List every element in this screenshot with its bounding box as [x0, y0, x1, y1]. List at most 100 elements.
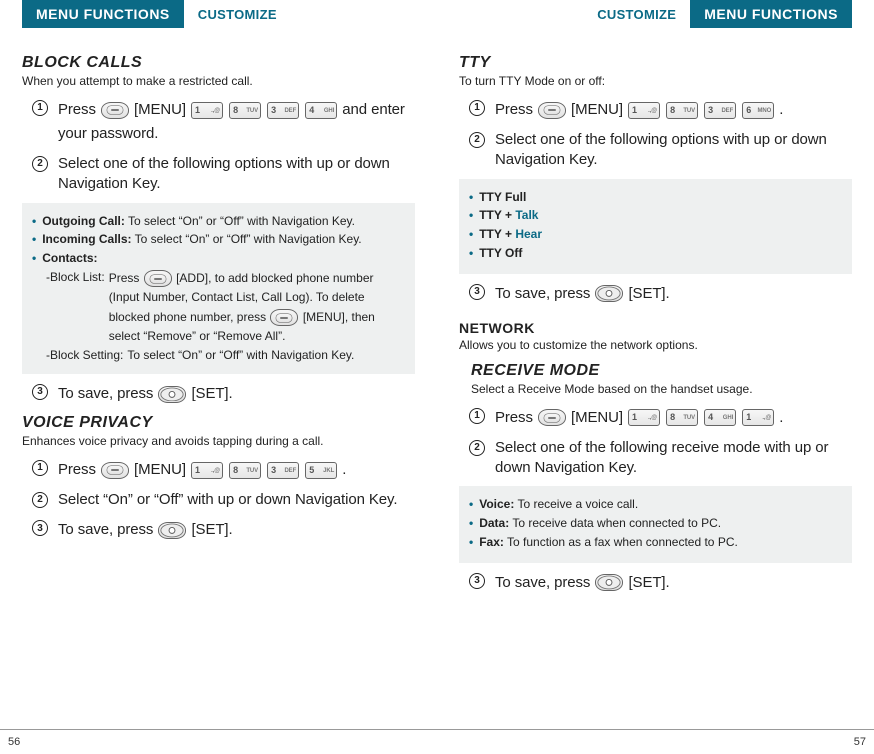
step-text: Press [58, 101, 96, 118]
option-label: Incoming Calls: [42, 232, 131, 246]
block-calls-title: BLOCK CALLS [22, 54, 415, 72]
block-calls-step-3: 3 To save, press [SET]. [32, 382, 415, 406]
ok-button-icon [158, 522, 186, 539]
option-desc: To receive a voice call. [517, 497, 638, 511]
step-text: To save, press [495, 574, 590, 591]
network-title: NETWORK [459, 320, 852, 336]
step-text: Select one of the following receive mode… [495, 438, 852, 479]
step-text: Press [495, 101, 533, 118]
menu-functions-tab: MENU FUNCTIONS [690, 0, 852, 28]
step-text: To save, press [58, 521, 153, 538]
tty-step-3: 3 To save, press [SET]. [469, 282, 852, 306]
step-number-icon: 3 [32, 520, 48, 536]
voice-privacy-step-2: 2 Select “On” or “Off” with up or down N… [32, 490, 415, 510]
tty-title: TTY [459, 54, 852, 72]
keypad-1-icon: 1.,@ [191, 462, 223, 479]
step-number-icon: 2 [469, 440, 485, 456]
ok-button-icon [158, 386, 186, 403]
header-right: CUSTOMIZE MENU FUNCTIONS [459, 0, 852, 28]
softkey-icon [538, 409, 566, 426]
receive-mode-title: RECEIVE MODE [471, 362, 852, 380]
option-accent: Hear [515, 227, 542, 241]
header-left: MENU FUNCTIONS CUSTOMIZE [22, 0, 415, 28]
step-number-icon: 1 [32, 100, 48, 116]
step-text: [SET]. [191, 521, 232, 538]
voice-privacy-step-3: 3 To save, press [SET]. [32, 518, 415, 542]
option-label: Data: [479, 516, 509, 530]
softkey-icon [144, 270, 172, 287]
step-number-icon: 2 [32, 156, 48, 172]
keypad-1-icon: 1.,@ [628, 409, 660, 426]
block-calls-sub: When you attempt to make a restricted ca… [22, 74, 415, 88]
page-number: 56 [8, 736, 20, 748]
step-text: Press [58, 461, 96, 478]
step-text: To save, press [58, 385, 153, 402]
tty-options-box: •TTY Full •TTY + Talk •TTY + Hear •TTY O… [459, 179, 852, 274]
softkey-icon [538, 102, 566, 119]
keypad-6-icon: 6MNO [742, 102, 774, 119]
menu-functions-tab: MENU FUNCTIONS [22, 0, 184, 28]
step-number-icon: 3 [469, 573, 485, 589]
keypad-8-icon: 8TUV [666, 409, 698, 426]
option-label: TTY Off [479, 245, 842, 262]
receive-options-box: •Voice: To receive a voice call. •Data: … [459, 486, 852, 562]
step-text: . [342, 461, 346, 478]
option-desc: To function as a fax when connected to P… [507, 535, 738, 549]
breadcrumb: CUSTOMIZE [597, 7, 676, 22]
voice-privacy-step-1: 1 Press [MENU] 1.,@ 8TUV 3DEF 5JKL . [32, 458, 415, 482]
voice-privacy-sub: Enhances voice privacy and avoids tappin… [22, 434, 415, 448]
step-text: [SET]. [628, 285, 669, 302]
keypad-5-icon: 5JKL [305, 462, 337, 479]
step-number-icon: 1 [469, 100, 485, 116]
page-right: CUSTOMIZE MENU FUNCTIONS TTY To turn TTY… [437, 0, 874, 754]
network-sub: Allows you to customize the network opti… [459, 338, 852, 352]
tty-step-1: 1 Press [MENU] 1.,@ 8TUV 3DEF 6MNO . [469, 98, 852, 122]
step-text: . [779, 101, 783, 118]
keypad-1-icon: 1.,@ [742, 409, 774, 426]
step-number-icon: 1 [469, 408, 485, 424]
keypad-1-icon: 1.,@ [628, 102, 660, 119]
step-text: Select “On” or “Off” with up or down Nav… [58, 490, 415, 510]
menu-label: [MENU] [571, 409, 623, 426]
footer-rule [437, 729, 874, 730]
keypad-3-icon: 3DEF [267, 462, 299, 479]
keypad-8-icon: 8TUV [229, 462, 261, 479]
page-number: 57 [854, 736, 866, 748]
page-left: MENU FUNCTIONS CUSTOMIZE BLOCK CALLS Whe… [0, 0, 437, 754]
footer-rule [0, 729, 437, 730]
step-number-icon: 2 [469, 132, 485, 148]
step-number-icon: 3 [32, 384, 48, 400]
option-desc: To receive data when connected to PC. [512, 516, 721, 530]
step-number-icon: 3 [469, 284, 485, 300]
option-label: TTY + [479, 227, 515, 241]
option-label: Outgoing Call: [42, 214, 125, 228]
sub-option-text: Press [109, 271, 140, 285]
option-desc: To select “On” or “Off” with Navigation … [128, 214, 355, 228]
step-text: To save, press [495, 285, 590, 302]
option-label: Voice: [479, 497, 514, 511]
receive-mode-sub: Select a Receive Mode based on the hands… [471, 382, 852, 396]
tty-sub: To turn TTY Mode on or off: [459, 74, 852, 88]
step-text: [SET]. [191, 385, 232, 402]
tty-step-2: 2 Select one of the following options wi… [469, 130, 852, 171]
option-label: TTY Full [479, 189, 842, 206]
sub-option-label: -Block List: [46, 269, 105, 347]
step-text: Select one of the following options with… [58, 154, 415, 195]
option-label: TTY + [479, 208, 515, 222]
step-text: Press [495, 409, 533, 426]
step-number-icon: 2 [32, 492, 48, 508]
option-desc: To select “On” or “Off” with Navigation … [135, 232, 362, 246]
option-label: Fax: [479, 535, 504, 549]
menu-label: [MENU] [134, 101, 186, 118]
keypad-3-icon: 3DEF [267, 102, 299, 119]
sub-option-label: -Block Setting: [46, 347, 123, 364]
breadcrumb: CUSTOMIZE [198, 7, 277, 22]
step-text: [SET]. [628, 574, 669, 591]
step-number-icon: 1 [32, 460, 48, 476]
receive-step-1: 1 Press [MENU] 1.,@ 8TUV 4GHI 1.,@ . [469, 406, 852, 430]
ok-button-icon [595, 285, 623, 302]
sub-option-text: To select “On” or “Off” with Navigation … [127, 347, 354, 364]
keypad-1-icon: 1.,@ [191, 102, 223, 119]
receive-step-3: 3 To save, press [SET]. [469, 571, 852, 595]
receive-step-2: 2 Select one of the following receive mo… [469, 438, 852, 479]
